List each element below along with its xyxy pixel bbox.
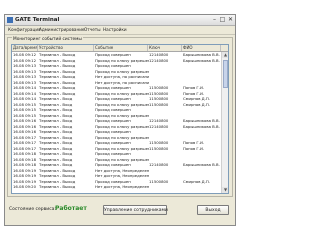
vertical-scrollbar[interactable]: ▲ ▼ bbox=[221, 52, 228, 193]
title-bar[interactable]: GATE Terminal – □ ✕ bbox=[5, 15, 235, 26]
manage-employees-button[interactable]: Управление сотрудниками bbox=[103, 205, 168, 215]
service-status-value: Работает bbox=[55, 205, 87, 212]
cell-event: Нет доступа, Неопределенный ключ bbox=[95, 184, 149, 189]
event-monitor-label: Мониторинг событий системы bbox=[12, 37, 83, 43]
service-status-label: Состояние сервиса: bbox=[9, 207, 56, 212]
scroll-down-icon[interactable]: ▼ bbox=[222, 187, 228, 193]
cell-device: Терминал - Выход bbox=[39, 184, 76, 189]
menu-administration[interactable]: Администрирование bbox=[39, 26, 85, 34]
scroll-up-icon[interactable]: ▲ bbox=[222, 52, 228, 58]
scroll-thumb[interactable] bbox=[223, 60, 228, 88]
event-rows: 16.08 09:12 Терминал - Выход Проход соверш… bbox=[12, 52, 228, 190]
cell-time: 16.08 09:20 bbox=[13, 184, 37, 189]
window-title: GATE Terminal bbox=[15, 17, 60, 23]
maximize-button[interactable]: □ bbox=[219, 16, 226, 23]
column-header-device[interactable]: Устройство bbox=[38, 45, 94, 51]
menu-reports[interactable]: Отчеты bbox=[84, 26, 101, 34]
table-row[interactable]: 16.08 09:20 Терминал - Выход Нет доступа, … bbox=[12, 184, 228, 190]
app-icon bbox=[7, 17, 13, 23]
column-header-key[interactable]: Ключ bbox=[148, 45, 182, 51]
menu-bar: Конфигурация Администрирование Отчеты На… bbox=[5, 26, 235, 35]
cell-name bbox=[182, 184, 222, 190]
menu-settings[interactable]: Настройки bbox=[103, 26, 127, 34]
close-button[interactable]: ✕ bbox=[227, 16, 234, 23]
main-window: GATE Terminal – □ ✕ Конфигурация Админис… bbox=[4, 14, 236, 226]
menu-configuration[interactable]: Конфигурация bbox=[8, 26, 41, 34]
exit-button[interactable]: Выход bbox=[197, 205, 229, 215]
column-header-event[interactable]: Событие bbox=[94, 45, 148, 51]
event-list-header: Дата/время Устройство Событие Ключ ФИО bbox=[12, 45, 228, 52]
column-header-time[interactable]: Дата/время bbox=[12, 45, 38, 51]
column-header-name[interactable]: ФИО bbox=[182, 45, 221, 51]
status-bar: Состояние сервиса: Работает Управление с… bbox=[7, 199, 233, 223]
minimize-button[interactable]: – bbox=[211, 16, 218, 23]
event-list[interactable]: Дата/время Устройство Событие Ключ ФИО 1… bbox=[11, 44, 229, 194]
event-monitor-group: Мониторинг событий системы Дата/время Ус… bbox=[7, 37, 233, 197]
cell-key bbox=[148, 184, 183, 190]
